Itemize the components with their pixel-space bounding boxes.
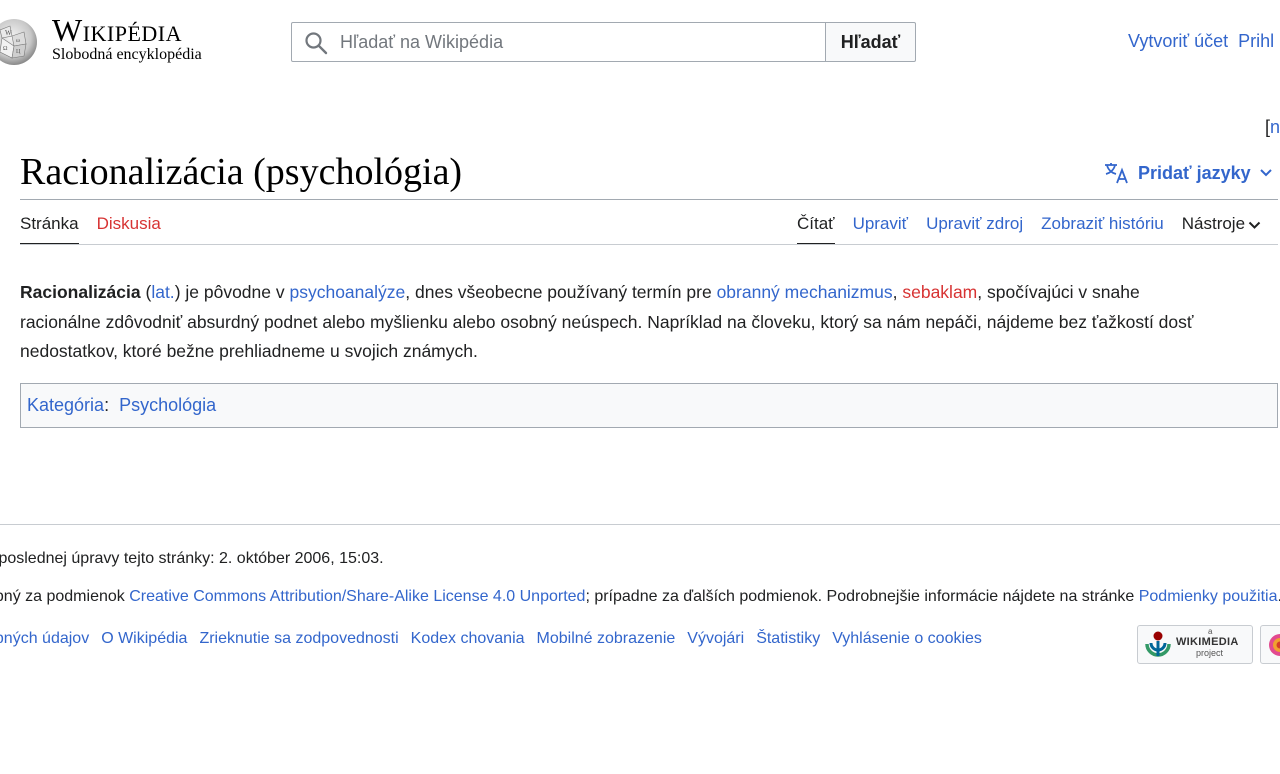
search-input[interactable] xyxy=(340,23,810,61)
footer-license: upný za podmienok Creative Commons Attri… xyxy=(0,588,1280,606)
create-account-link[interactable]: Vytvoriť účet xyxy=(1128,31,1228,51)
page-title: Racionalizácia (psychológia) xyxy=(20,151,463,193)
search-button[interactable]: Hľadať xyxy=(825,22,916,62)
article-body: Racionalizácia (lat.) je pôvodne v psych… xyxy=(20,278,1270,367)
user-links: Vytvoriť účet Prihl xyxy=(1128,31,1274,52)
link-obranny-mechanizmus[interactable]: obranný mechanizmus xyxy=(717,282,893,302)
search-box[interactable] xyxy=(291,22,826,62)
footer-link-code-of-conduct[interactable]: Kodex chovania xyxy=(411,630,525,647)
category-item-psychologia[interactable]: Psychológia xyxy=(119,395,216,415)
text-fragment: ) je pôvodne v xyxy=(174,282,290,302)
wikimedia-logo-icon xyxy=(1145,631,1171,657)
lead-paragraph: Racionalizácia (lat.) je pôvodne v psych… xyxy=(20,278,1270,367)
tab-edit[interactable]: Upraviť xyxy=(853,214,909,243)
wikipedia-wordmark[interactable]: Wikipédia xyxy=(52,13,182,47)
tab-read[interactable]: Čítať xyxy=(797,214,835,245)
tab-view-history[interactable]: Zobraziť históriu xyxy=(1041,214,1164,243)
search-icon xyxy=(305,32,328,55)
text-fragment: , dnes všeobecne používaný termín pre xyxy=(405,282,717,302)
sitenotice-toggle: [ne xyxy=(1265,117,1280,138)
footer-link-statistics[interactable]: Štatistiky xyxy=(756,630,820,647)
sitenotice-link[interactable]: ne xyxy=(1270,117,1280,137)
add-languages-label: Pridať jazyky xyxy=(1138,162,1251,183)
wikimedia-badge-a: a xyxy=(1208,627,1213,636)
mediawiki-badge[interactable] xyxy=(1260,625,1280,664)
tools-menu[interactable]: Nástroje xyxy=(1182,214,1261,243)
category-label-link[interactable]: Kategória xyxy=(27,395,104,415)
tab-page[interactable]: Stránka xyxy=(20,214,79,245)
translate-icon xyxy=(1105,163,1128,184)
text-fragment: , spočívajúci v snahe xyxy=(977,282,1140,302)
tools-label: Nástroje xyxy=(1181,214,1246,233)
terms-of-use-link[interactable]: Podmienky použitia xyxy=(1139,588,1278,605)
footer-link-privacy[interactable]: obných údajov xyxy=(0,630,89,647)
tabs-divider xyxy=(20,244,1278,245)
footer-link-developers[interactable]: Vývojári xyxy=(687,630,744,647)
footer-link-cookie-statement[interactable]: Vyhlásenie o cookies xyxy=(832,630,982,647)
text-fragment: nedostatkov, ktoré bežne prehliadneme u … xyxy=(20,341,478,361)
link-lat[interactable]: lat. xyxy=(151,282,174,302)
footer-link-disclaimers[interactable]: Zrieknutie sa zodpovednosti xyxy=(199,630,398,647)
title-divider xyxy=(20,199,1278,200)
tab-edit-source[interactable]: Upraviť zdroj xyxy=(926,214,1023,243)
footer-link-mobile-view[interactable]: Mobilné zobrazenie xyxy=(537,630,676,647)
tab-discussion[interactable]: Diskusia xyxy=(97,214,161,243)
svg-text:Ω: Ω xyxy=(3,46,8,52)
mediawiki-flower-icon xyxy=(1269,634,1280,656)
wikimedia-project-badge[interactable]: a WIKIMEDIA project xyxy=(1137,625,1253,664)
login-link[interactable]: Prihl xyxy=(1238,31,1274,51)
footer-places: obných údajov O Wikipédia Zrieknutie sa zo… xyxy=(0,630,982,648)
svg-text:ω: ω xyxy=(16,38,20,44)
svg-text:W: W xyxy=(5,29,12,37)
text-fragment: ( xyxy=(140,282,152,302)
license-text: ; prípadne za ďalších podmienok. Podrobn… xyxy=(585,588,1139,605)
wikipedia-tagline: Slobodná encyklopédia xyxy=(52,46,202,63)
category-separator: : xyxy=(104,395,110,415)
chevron-down-icon xyxy=(1259,169,1272,177)
namespace-tabs: Stránka Diskusia xyxy=(20,214,161,245)
wikipedia-globe-logo[interactable]: W ω Ω Ц xyxy=(0,12,38,72)
text-fragment: , xyxy=(892,282,903,302)
wikimedia-badge-sub: project xyxy=(1196,648,1224,658)
svg-text:Ц: Ц xyxy=(16,49,21,55)
license-link[interactable]: Creative Commons Attribution/Share-Alike… xyxy=(129,588,585,605)
lead-term: Racionalizácia xyxy=(20,282,141,302)
footer-last-modified: s poslednej úpravy tejto stránky: 2. okt… xyxy=(0,550,384,567)
category-links: Kategória: Psychológia xyxy=(20,383,1278,428)
link-psychoanalyza[interactable]: psychoanalýze xyxy=(289,282,405,302)
footer-divider xyxy=(0,524,1280,525)
link-sebaklam[interactable]: sebaklam xyxy=(902,282,977,302)
add-languages-button[interactable]: Pridať jazyky xyxy=(1104,159,1280,187)
chevron-down-icon xyxy=(1248,221,1261,229)
footer-link-about[interactable]: O Wikipédia xyxy=(101,630,187,647)
license-text: upný za podmienok xyxy=(0,588,130,605)
wikimedia-badge-name: WIKIMEDIA xyxy=(1176,636,1239,648)
view-tabs: Čítať Upraviť Upraviť zdroj Zobraziť histór… xyxy=(797,214,1261,245)
text-fragment: racionálne zdôvodniť absurdný podnet ale… xyxy=(20,311,1194,332)
